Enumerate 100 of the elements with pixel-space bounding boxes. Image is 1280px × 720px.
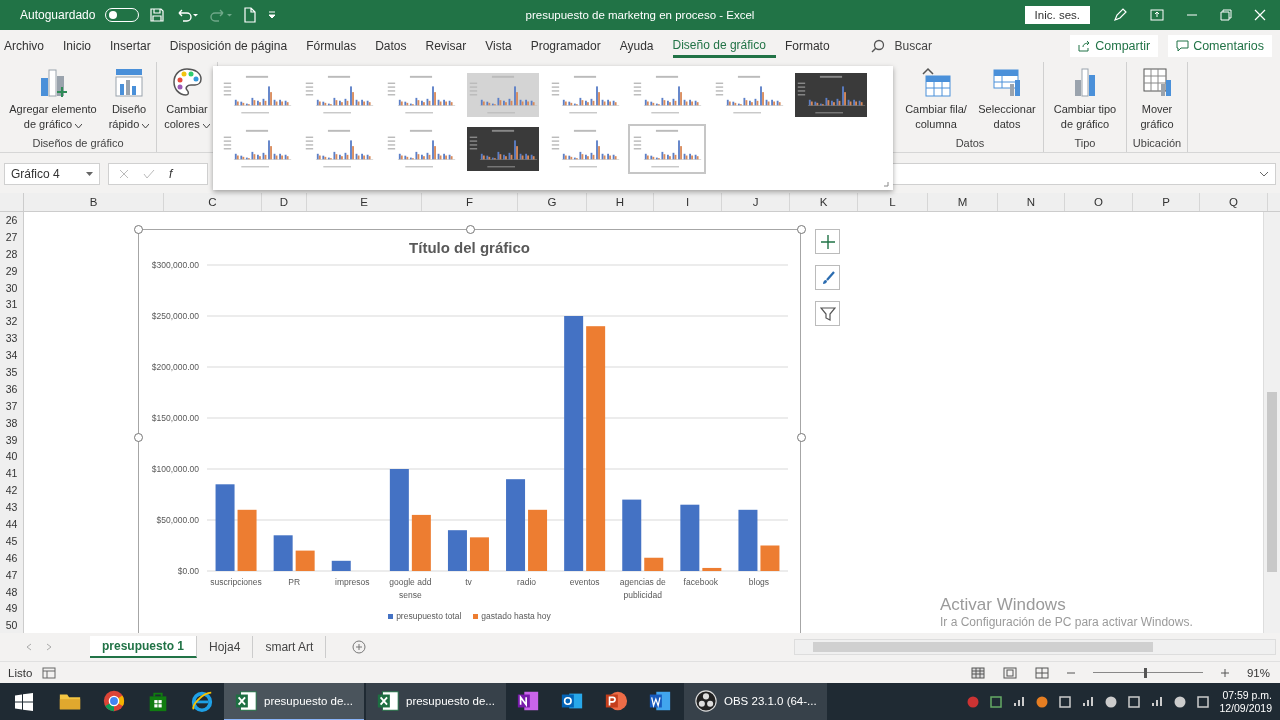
row-header[interactable]: 29 xyxy=(0,262,23,280)
taskbar-button[interactable]: OBS 23.1.0 (64-... xyxy=(684,683,827,720)
chart-bar[interactable] xyxy=(586,326,606,571)
row-header[interactable]: 46 xyxy=(0,549,23,567)
zoom-in-icon[interactable] xyxy=(1220,668,1229,677)
column-header[interactable]: O xyxy=(1065,193,1133,211)
tray-icon[interactable] xyxy=(1127,695,1142,709)
row-header[interactable]: 47 xyxy=(0,566,23,584)
search-field[interactable]: Buscar xyxy=(894,39,932,53)
row-header[interactable]: 44 xyxy=(0,516,23,533)
chart-style-thumbnail[interactable] xyxy=(464,70,542,120)
chart-style-thumbnail[interactable] xyxy=(792,70,870,120)
row-header[interactable]: 28 xyxy=(0,245,23,263)
column-header[interactable]: F xyxy=(422,193,518,211)
row-header[interactable]: 37 xyxy=(0,397,23,415)
ribbon-tab[interactable]: Disposición de página xyxy=(169,34,298,58)
caret-icon[interactable] xyxy=(75,124,83,128)
column-header[interactable]: G xyxy=(518,193,587,211)
resize-handle[interactable] xyxy=(133,224,143,234)
chart-bar[interactable] xyxy=(622,499,642,571)
row-header[interactable]: 40 xyxy=(0,448,23,466)
horizontal-scrollbar[interactable] xyxy=(794,639,1276,655)
tray-icon[interactable] xyxy=(1196,695,1211,709)
close-icon[interactable] xyxy=(1254,9,1266,21)
legend-item[interactable]: presupuesto total xyxy=(388,611,462,621)
chart-bar[interactable] xyxy=(738,509,758,571)
ribbon-tab[interactable]: Vista xyxy=(485,34,522,58)
row-header[interactable]: 49 xyxy=(0,600,23,618)
chart-bar[interactable] xyxy=(295,550,315,571)
pen-icon[interactable] xyxy=(1112,7,1128,23)
ribbon-tab[interactable]: Programador xyxy=(530,34,611,58)
ribbon-button[interactable]: Cambiar tipo de gráfico xyxy=(1047,64,1123,137)
ribbon-tab[interactable]: Revisar xyxy=(425,34,477,58)
caret-icon[interactable] xyxy=(86,172,93,176)
customize-menu-icon[interactable] xyxy=(267,10,278,20)
row-header[interactable]: 38 xyxy=(0,414,23,432)
row-header[interactable]: 32 xyxy=(0,313,23,331)
next-sheet-icon[interactable] xyxy=(46,643,52,651)
row-header[interactable]: 42 xyxy=(0,482,23,500)
caret-icon[interactable] xyxy=(142,124,150,128)
tray-icon[interactable] xyxy=(1081,695,1096,709)
sheet-tab[interactable]: Hoja4 xyxy=(197,636,254,658)
chart-filters-button[interactable] xyxy=(815,301,840,326)
row-header[interactable]: 41 xyxy=(0,465,23,483)
ribbon-display-icon[interactable] xyxy=(1150,9,1164,21)
row-header[interactable]: 36 xyxy=(0,380,23,398)
row-header[interactable]: 27 xyxy=(0,228,23,246)
insert-function-label[interactable]: f xyxy=(169,167,173,181)
page-break-icon[interactable] xyxy=(1034,666,1049,679)
name-box[interactable]: Gráfico 4 xyxy=(4,163,100,185)
clock-date[interactable]: 12/09/2019 xyxy=(1219,702,1272,715)
row-header[interactable]: 30 xyxy=(0,279,23,297)
chart-styles-button[interactable] xyxy=(815,265,840,290)
column-header[interactable]: D xyxy=(262,193,307,211)
chart-bar[interactable] xyxy=(506,479,526,571)
ribbon-tab[interactable]: Fórmulas xyxy=(306,34,367,58)
chart-bar[interactable] xyxy=(215,484,235,571)
row-header[interactable]: 34 xyxy=(0,347,23,364)
column-header[interactable]: C xyxy=(164,193,262,211)
zoom-level[interactable]: 91% xyxy=(1246,666,1270,679)
column-header[interactable]: I xyxy=(654,193,722,211)
ribbon-tab[interactable]: Insertar xyxy=(110,34,161,58)
taskbar-button[interactable]: presupuesto de... xyxy=(366,683,506,720)
row-header[interactable]: 35 xyxy=(0,364,23,381)
ribbon-button[interactable]: Mover gráfico xyxy=(1130,64,1184,137)
ribbon-button[interactable]: Seleccionar datos xyxy=(974,64,1040,137)
tray-icon[interactable] xyxy=(1058,695,1073,709)
save-icon[interactable] xyxy=(149,7,166,23)
chart-bar[interactable] xyxy=(273,535,293,571)
resize-handle[interactable] xyxy=(465,224,475,234)
vertical-scrollbar[interactable] xyxy=(1263,212,1280,633)
tray-icon[interactable] xyxy=(1150,695,1165,709)
ribbon-tab[interactable]: Diseño de gráfico xyxy=(672,34,776,58)
comments-button[interactable]: Comentarios xyxy=(1168,35,1272,57)
chart-bar[interactable] xyxy=(644,557,664,571)
taskbar-button[interactable]: presupuesto de... xyxy=(224,683,364,720)
row-header[interactable]: 45 xyxy=(0,532,23,550)
add-sheet-icon[interactable] xyxy=(352,640,367,654)
chart-area[interactable] xyxy=(138,229,801,633)
previous-sheet-icon[interactable] xyxy=(26,643,32,651)
chart-style-thumbnail[interactable] xyxy=(464,124,542,174)
ribbon-tab[interactable]: Inicio xyxy=(63,34,102,58)
tray-icon[interactable] xyxy=(1173,695,1188,709)
row-header[interactable]: 31 xyxy=(0,296,23,314)
row-header[interactable]: 43 xyxy=(0,499,23,517)
chart-bar[interactable] xyxy=(564,316,584,571)
sheet-tab[interactable]: smart Art xyxy=(253,636,327,658)
zoom-slider[interactable] xyxy=(1092,667,1203,678)
sheet-tab[interactable]: presupuesto 1 xyxy=(90,636,198,658)
windows-start-icon[interactable] xyxy=(15,693,33,711)
chart-bar[interactable] xyxy=(469,537,489,571)
ribbon-button[interactable]: Agregar elemento de gráfico xyxy=(3,64,103,137)
share-button[interactable]: Compartir xyxy=(1070,35,1159,57)
column-header[interactable]: J xyxy=(722,193,790,211)
chart-bar[interactable] xyxy=(411,514,431,571)
cancel-icon[interactable] xyxy=(119,169,129,179)
column-header[interactable]: E xyxy=(307,193,422,211)
resize-handle[interactable] xyxy=(796,224,806,234)
ribbon-button[interactable]: Diseño rápido xyxy=(105,64,153,137)
row-header[interactable]: 26 xyxy=(0,212,23,229)
